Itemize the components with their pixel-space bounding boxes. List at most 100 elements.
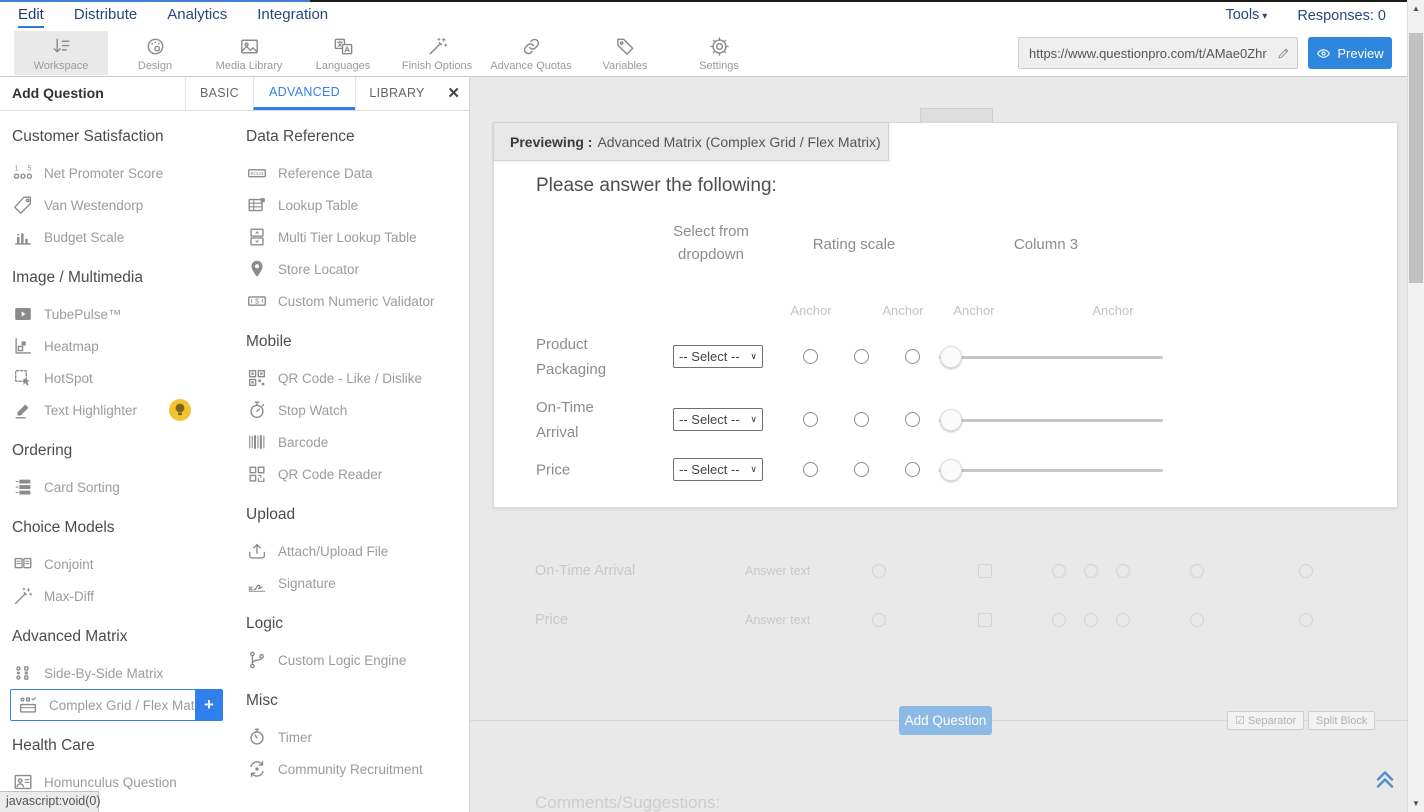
nav-item-integration[interactable]: Integration	[257, 4, 328, 28]
question-type-hotspot[interactable]: HotSpot	[12, 362, 234, 394]
toolbar-item-design[interactable]: Design	[108, 31, 202, 75]
close-icon[interactable]: ✕	[447, 77, 460, 110]
scrollbar-up-arrow[interactable]: ▲	[1408, 0, 1424, 17]
add-question-type-button[interactable]: +	[195, 689, 223, 721]
advance-quotas-icon	[520, 35, 543, 58]
radio-button[interactable]	[854, 349, 869, 364]
question-type-label: Text Highlighter	[44, 403, 137, 418]
reference-data-icon: 94123	[246, 162, 268, 184]
row-select-dropdown[interactable]: -- Select --∨	[673, 345, 763, 368]
question-type-community-recruitment[interactable]: Community Recruitment	[246, 753, 468, 785]
toolbar-item-languages[interactable]: Languages	[296, 31, 390, 75]
background-radio	[1299, 613, 1313, 627]
question-type-max-diff[interactable]: Max-Diff	[12, 580, 234, 612]
svg-text:1: 1	[15, 165, 19, 172]
question-type-custom-numeric-validator[interactable]: $Custom Numeric Validator	[246, 285, 468, 317]
toolbar-item-advance-quotas[interactable]: Advance Quotas	[484, 31, 578, 75]
toolbar-item-finish-options[interactable]: Finish Options	[390, 31, 484, 75]
question-type-label: QR Code Reader	[278, 467, 382, 482]
question-type-label: Custom Logic Engine	[278, 653, 406, 668]
question-type-van-westendorp[interactable]: Van Westendorp	[12, 189, 234, 221]
question-type-side-by-side-matrix[interactable]: Side-By-Side Matrix	[12, 657, 234, 689]
radio-button[interactable]	[905, 412, 920, 427]
question-type-barcode[interactable]: Barcode	[246, 426, 468, 458]
question-type-timer[interactable]: Timer	[246, 721, 468, 753]
section-header: Misc	[246, 692, 468, 716]
previewing-label: Previewing :	[510, 134, 592, 150]
question-type-budget-scale[interactable]: Budget Scale	[12, 221, 234, 253]
panel-section-health-care: Health CareHomunculus Question	[12, 737, 234, 798]
question-type-heatmap[interactable]: Heatmap	[12, 330, 234, 362]
preview-button[interactable]: Preview	[1308, 37, 1392, 69]
signature-icon	[246, 572, 268, 594]
questionpro-editor-window: Edit Distribute Analytics Integration Tools…	[0, 0, 1424, 812]
survey-url-input[interactable]: https://www.questionpro.com/t/AMae0Zhr	[1018, 37, 1298, 69]
chevron-down-icon: ▾	[1262, 11, 1267, 22]
slider-track[interactable]	[939, 419, 1163, 422]
slider-track[interactable]	[939, 356, 1163, 359]
background-row-label: On-Time Arrival	[535, 556, 635, 586]
section-header: Image / Multimedia	[12, 269, 234, 293]
radio-button[interactable]	[803, 349, 818, 364]
slider-track[interactable]	[939, 469, 1163, 472]
responses-count[interactable]: Responses: 0	[1297, 5, 1386, 27]
question-type-conjoint[interactable]: Conjoint	[12, 548, 234, 580]
question-type-tubepulse[interactable]: TubePulse™	[12, 298, 234, 330]
scrollbar-thumb[interactable]	[1409, 33, 1423, 283]
anchor-label: Anchor	[873, 303, 933, 318]
bar-chart-icon	[12, 226, 34, 248]
question-type-signature[interactable]: Signature	[246, 567, 468, 599]
toolbar-item-settings[interactable]: Settings	[672, 31, 766, 75]
question-type-lookup-table[interactable]: Lookup Table	[246, 189, 468, 221]
upload-icon	[246, 540, 268, 562]
question-type-qr-code-reader[interactable]: QR Code Reader	[246, 458, 468, 490]
edit-url-button[interactable]	[1271, 38, 1297, 68]
question-type-custom-logic-engine[interactable]: Custom Logic Engine	[246, 644, 468, 676]
scroll-to-top-icon[interactable]	[1374, 767, 1396, 789]
branch-icon	[246, 649, 268, 671]
question-type-reference-data[interactable]: 94123Reference Data	[246, 157, 468, 189]
question-type-store-locator[interactable]: Store Locator	[246, 253, 468, 285]
nav-item-distribute[interactable]: Distribute	[74, 4, 137, 28]
matrix-column-header: Rating scale	[789, 233, 919, 256]
background-row: On-Time ArrivalAnswer text	[470, 556, 1407, 586]
question-type-multi-tier-lookup-table[interactable]: Multi Tier Lookup Table	[246, 221, 468, 253]
tab-advanced[interactable]: ADVANCED	[253, 77, 355, 110]
toolbar-item-variables[interactable]: Variables	[578, 31, 672, 75]
row-select-dropdown[interactable]: -- Select --∨	[673, 408, 763, 431]
toolbar-item-label: Settings	[699, 60, 739, 72]
nav-item-edit[interactable]: Edit	[18, 4, 44, 28]
timer-icon	[246, 726, 268, 748]
question-type-label: Store Locator	[278, 262, 359, 277]
question-type-qr-code-like-dislike[interactable]: QR Code - Like / Dislike	[246, 362, 468, 394]
radio-button[interactable]	[803, 462, 818, 477]
question-type-label: HotSpot	[44, 371, 93, 386]
scrollbar-down-arrow[interactable]: ▼	[1408, 795, 1424, 812]
question-type-label: Stop Watch	[278, 403, 347, 418]
toolbar-item-media-library[interactable]: Media Library	[202, 31, 296, 75]
radio-button[interactable]	[905, 349, 920, 364]
panel-header: Add Question BASICADVANCEDLIBRARY ✕	[0, 77, 469, 111]
row-select-dropdown[interactable]: -- Select --∨	[673, 458, 763, 481]
tools-menu[interactable]: Tools▾	[1225, 4, 1267, 28]
tab-basic[interactable]: BASIC	[185, 77, 253, 110]
tab-library[interactable]: LIBRARY	[355, 77, 438, 110]
slider-handle[interactable]	[940, 409, 962, 431]
page-scrollbar[interactable]: ▲ ▼	[1407, 0, 1424, 812]
nav-item-analytics[interactable]: Analytics	[167, 4, 227, 28]
question-type-net-promoter-score[interactable]: 15Net Promoter Score	[12, 157, 234, 189]
question-type-stop-watch[interactable]: Stop Watch	[246, 394, 468, 426]
slider-handle[interactable]	[940, 459, 962, 481]
question-type-complex-grid-flex-matrix[interactable]: Complex Grid / Flex Matrix+	[10, 689, 223, 721]
question-type-attach-upload-file[interactable]: Attach/Upload File	[246, 535, 468, 567]
slider-handle[interactable]	[940, 346, 962, 368]
question-type-text-highlighter[interactable]: Text Highlighter	[12, 394, 234, 426]
side-by-side-icon	[12, 662, 34, 684]
radio-button[interactable]	[803, 412, 818, 427]
radio-button[interactable]	[854, 412, 869, 427]
toolbar-item-workspace[interactable]: Workspace	[14, 31, 108, 75]
radio-button[interactable]	[854, 462, 869, 477]
question-type-card-sorting[interactable]: Card Sorting	[12, 471, 234, 503]
anchor-label: Anchor	[781, 303, 841, 318]
radio-button[interactable]	[905, 462, 920, 477]
